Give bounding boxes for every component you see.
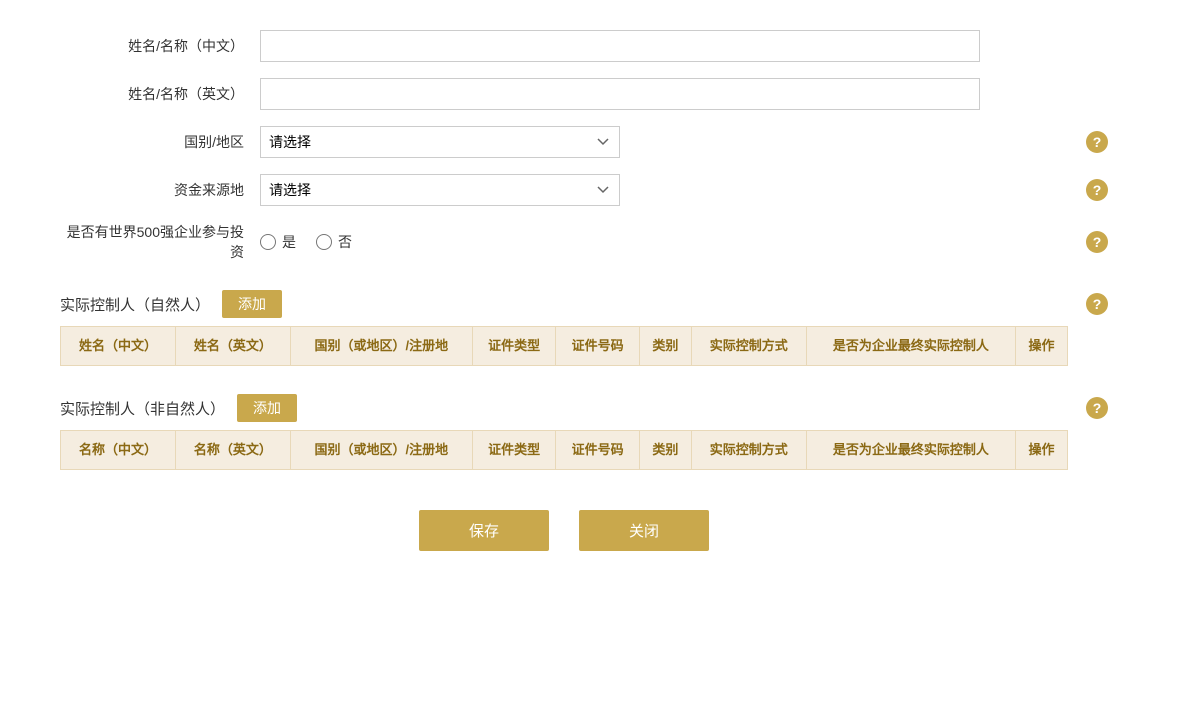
natural-person-section: 实际控制人（自然人） 添加 ? 姓名（中文） 姓名（英文） 国别（或地区）/注册… [60, 282, 1068, 366]
natural-person-col-cert-type: 证件类型 [472, 327, 555, 366]
natural-person-col-is-ultimate: 是否为企业最终实际控制人 [806, 327, 1015, 366]
country-row: 国别/地区 请选择 ? [60, 126, 1068, 158]
non-natural-person-help-icon[interactable]: ? [1086, 397, 1108, 419]
fortune500-radio-group: 是 否 [260, 232, 352, 252]
name-en-row: 姓名/名称（英文） [60, 78, 1068, 110]
natural-person-col-country: 国别（或地区）/注册地 [290, 327, 472, 366]
natural-person-col-name-en: 姓名（英文） [175, 327, 290, 366]
natural-person-col-category: 类别 [639, 327, 691, 366]
natural-person-table: 姓名（中文） 姓名（英文） 国别（或地区）/注册地 证件类型 证件号码 类别 实… [60, 326, 1068, 366]
country-select[interactable]: 请选择 [260, 126, 620, 158]
non-natural-person-table: 名称（中文） 名称（英文） 国别（或地区）/注册地 证件类型 证件号码 类别 实… [60, 430, 1068, 470]
non-natural-person-header: 实际控制人（非自然人） 添加 ? [60, 386, 1068, 430]
name-en-label: 姓名/名称（英文） [60, 84, 260, 104]
country-help-icon[interactable]: ? [1086, 131, 1108, 153]
funds-help-icon[interactable]: ? [1086, 179, 1108, 201]
fortune500-yes-label: 是 [282, 232, 296, 252]
name-en-input[interactable] [260, 78, 980, 110]
save-button[interactable]: 保存 [419, 510, 549, 551]
fortune500-row: 是否有世界500强企业参与投资 是 否 ? [60, 222, 1068, 262]
non-natural-person-table-header-row: 名称（中文） 名称（英文） 国别（或地区）/注册地 证件类型 证件号码 类别 实… [61, 431, 1068, 470]
funds-select[interactable]: 请选择 [260, 174, 620, 206]
name-cn-label: 姓名/名称（中文） [60, 36, 260, 56]
name-cn-input[interactable] [260, 30, 980, 62]
non-natural-person-col-country: 国别（或地区）/注册地 [290, 431, 472, 470]
non-natural-person-col-name-en: 名称（英文） [175, 431, 290, 470]
non-natural-person-col-action: 操作 [1015, 431, 1067, 470]
natural-person-col-control-method: 实际控制方式 [691, 327, 806, 366]
non-natural-person-section: 实际控制人（非自然人） 添加 ? 名称（中文） 名称（英文） 国别（或地区）/注… [60, 386, 1068, 470]
natural-person-help-icon[interactable]: ? [1086, 293, 1108, 315]
natural-person-title: 实际控制人（自然人） [60, 294, 210, 315]
fortune500-yes-option[interactable]: 是 [260, 232, 296, 252]
natural-person-col-action: 操作 [1015, 327, 1067, 366]
funds-label: 资金来源地 [60, 180, 260, 200]
non-natural-person-col-category: 类别 [639, 431, 691, 470]
non-natural-person-add-button[interactable]: 添加 [237, 394, 297, 422]
non-natural-person-col-control-method: 实际控制方式 [691, 431, 806, 470]
fortune500-no-option[interactable]: 否 [316, 232, 352, 252]
fortune500-yes-radio[interactable] [260, 234, 276, 250]
fortune500-no-radio[interactable] [316, 234, 332, 250]
non-natural-person-col-name-cn: 名称（中文） [61, 431, 176, 470]
natural-person-header: 实际控制人（自然人） 添加 ? [60, 282, 1068, 326]
name-cn-row: 姓名/名称（中文） [60, 30, 1068, 62]
non-natural-person-col-is-ultimate: 是否为企业最终实际控制人 [806, 431, 1015, 470]
fortune500-label: 是否有世界500强企业参与投资 [60, 222, 260, 262]
natural-person-col-name-cn: 姓名（中文） [61, 327, 176, 366]
bottom-buttons: 保存 关闭 [60, 510, 1068, 581]
fortune500-no-label: 否 [338, 232, 352, 252]
non-natural-person-col-cert-type: 证件类型 [472, 431, 555, 470]
non-natural-person-title: 实际控制人（非自然人） [60, 398, 225, 419]
natural-person-col-cert-no: 证件号码 [556, 327, 639, 366]
natural-person-table-header-row: 姓名（中文） 姓名（英文） 国别（或地区）/注册地 证件类型 证件号码 类别 实… [61, 327, 1068, 366]
funds-row: 资金来源地 请选择 ? [60, 174, 1068, 206]
country-label: 国别/地区 [60, 132, 260, 152]
fortune500-help-icon[interactable]: ? [1086, 231, 1108, 253]
close-button[interactable]: 关闭 [579, 510, 709, 551]
natural-person-add-button[interactable]: 添加 [222, 290, 282, 318]
non-natural-person-col-cert-no: 证件号码 [556, 431, 639, 470]
